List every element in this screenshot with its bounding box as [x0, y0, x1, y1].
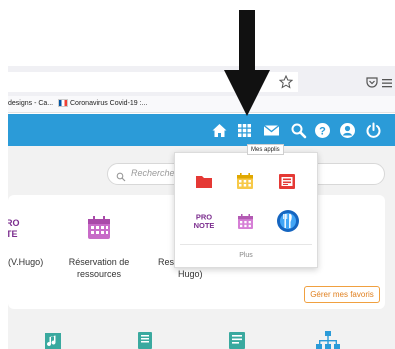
notebook-icon[interactable] [134, 330, 156, 349]
svg-text:TE: TE [8, 229, 18, 239]
svg-text:NOTE: NOTE [194, 221, 214, 230]
calendar-icon[interactable] [237, 213, 254, 230]
browser-menu-icon[interactable] [381, 76, 393, 88]
schedule-icon[interactable] [278, 172, 296, 190]
account-icon[interactable] [339, 122, 356, 139]
search-icon[interactable] [290, 122, 307, 139]
tile-label[interactable]: (V.Hugo) [8, 256, 43, 268]
search-placeholder: Recherche [131, 168, 175, 178]
document-icon[interactable] [226, 330, 248, 349]
power-icon[interactable] [365, 122, 382, 139]
calendar-icon[interactable] [236, 172, 254, 190]
svg-text:?: ? [319, 126, 326, 138]
bookmark-designs[interactable]: designs - Ca... [8, 100, 53, 107]
more-apps-link[interactable]: Plus [174, 252, 318, 259]
bookmark-star-icon[interactable] [278, 74, 294, 89]
menu-divider [180, 244, 312, 245]
mail-icon[interactable] [263, 122, 280, 139]
bookmarks-bar: designs - Ca... Coronavirus Covid-19 :..… [8, 96, 395, 113]
music-file-icon[interactable] [42, 330, 64, 349]
french-flag-icon [58, 99, 68, 107]
search-field-icon [116, 169, 126, 182]
pocket-icon[interactable] [365, 75, 379, 89]
page-margin [0, 0, 395, 64]
manage-favorites-button[interactable]: Gérer mes favoris [304, 286, 380, 303]
tile-label[interactable]: Res [158, 256, 174, 268]
annotation-arrow [224, 10, 270, 116]
tile-label[interactable]: Hugo) [178, 268, 203, 280]
app-header [8, 114, 395, 146]
bookmark-coronavirus[interactable]: Coronavirus Covid-19 :... [58, 99, 147, 107]
sitemap-icon[interactable] [316, 330, 340, 349]
home-icon[interactable] [211, 122, 228, 139]
tooltip: Mes applis [247, 144, 284, 155]
restaurant-icon[interactable] [276, 209, 300, 233]
tile-label[interactable]: Réservation de ressources [66, 256, 132, 280]
bookmark-label: Coronavirus Covid-19 :... [70, 99, 148, 107]
svg-text:RO: RO [8, 218, 20, 228]
folder-icon[interactable] [195, 172, 213, 190]
apps-grid-icon[interactable] [236, 122, 253, 139]
pronote-icon[interactable]: RO TE [6, 216, 24, 240]
pronote-icon[interactable]: PRO NOTE [194, 211, 215, 231]
calendar-icon[interactable] [86, 215, 112, 241]
help-icon[interactable]: ? [314, 122, 331, 139]
